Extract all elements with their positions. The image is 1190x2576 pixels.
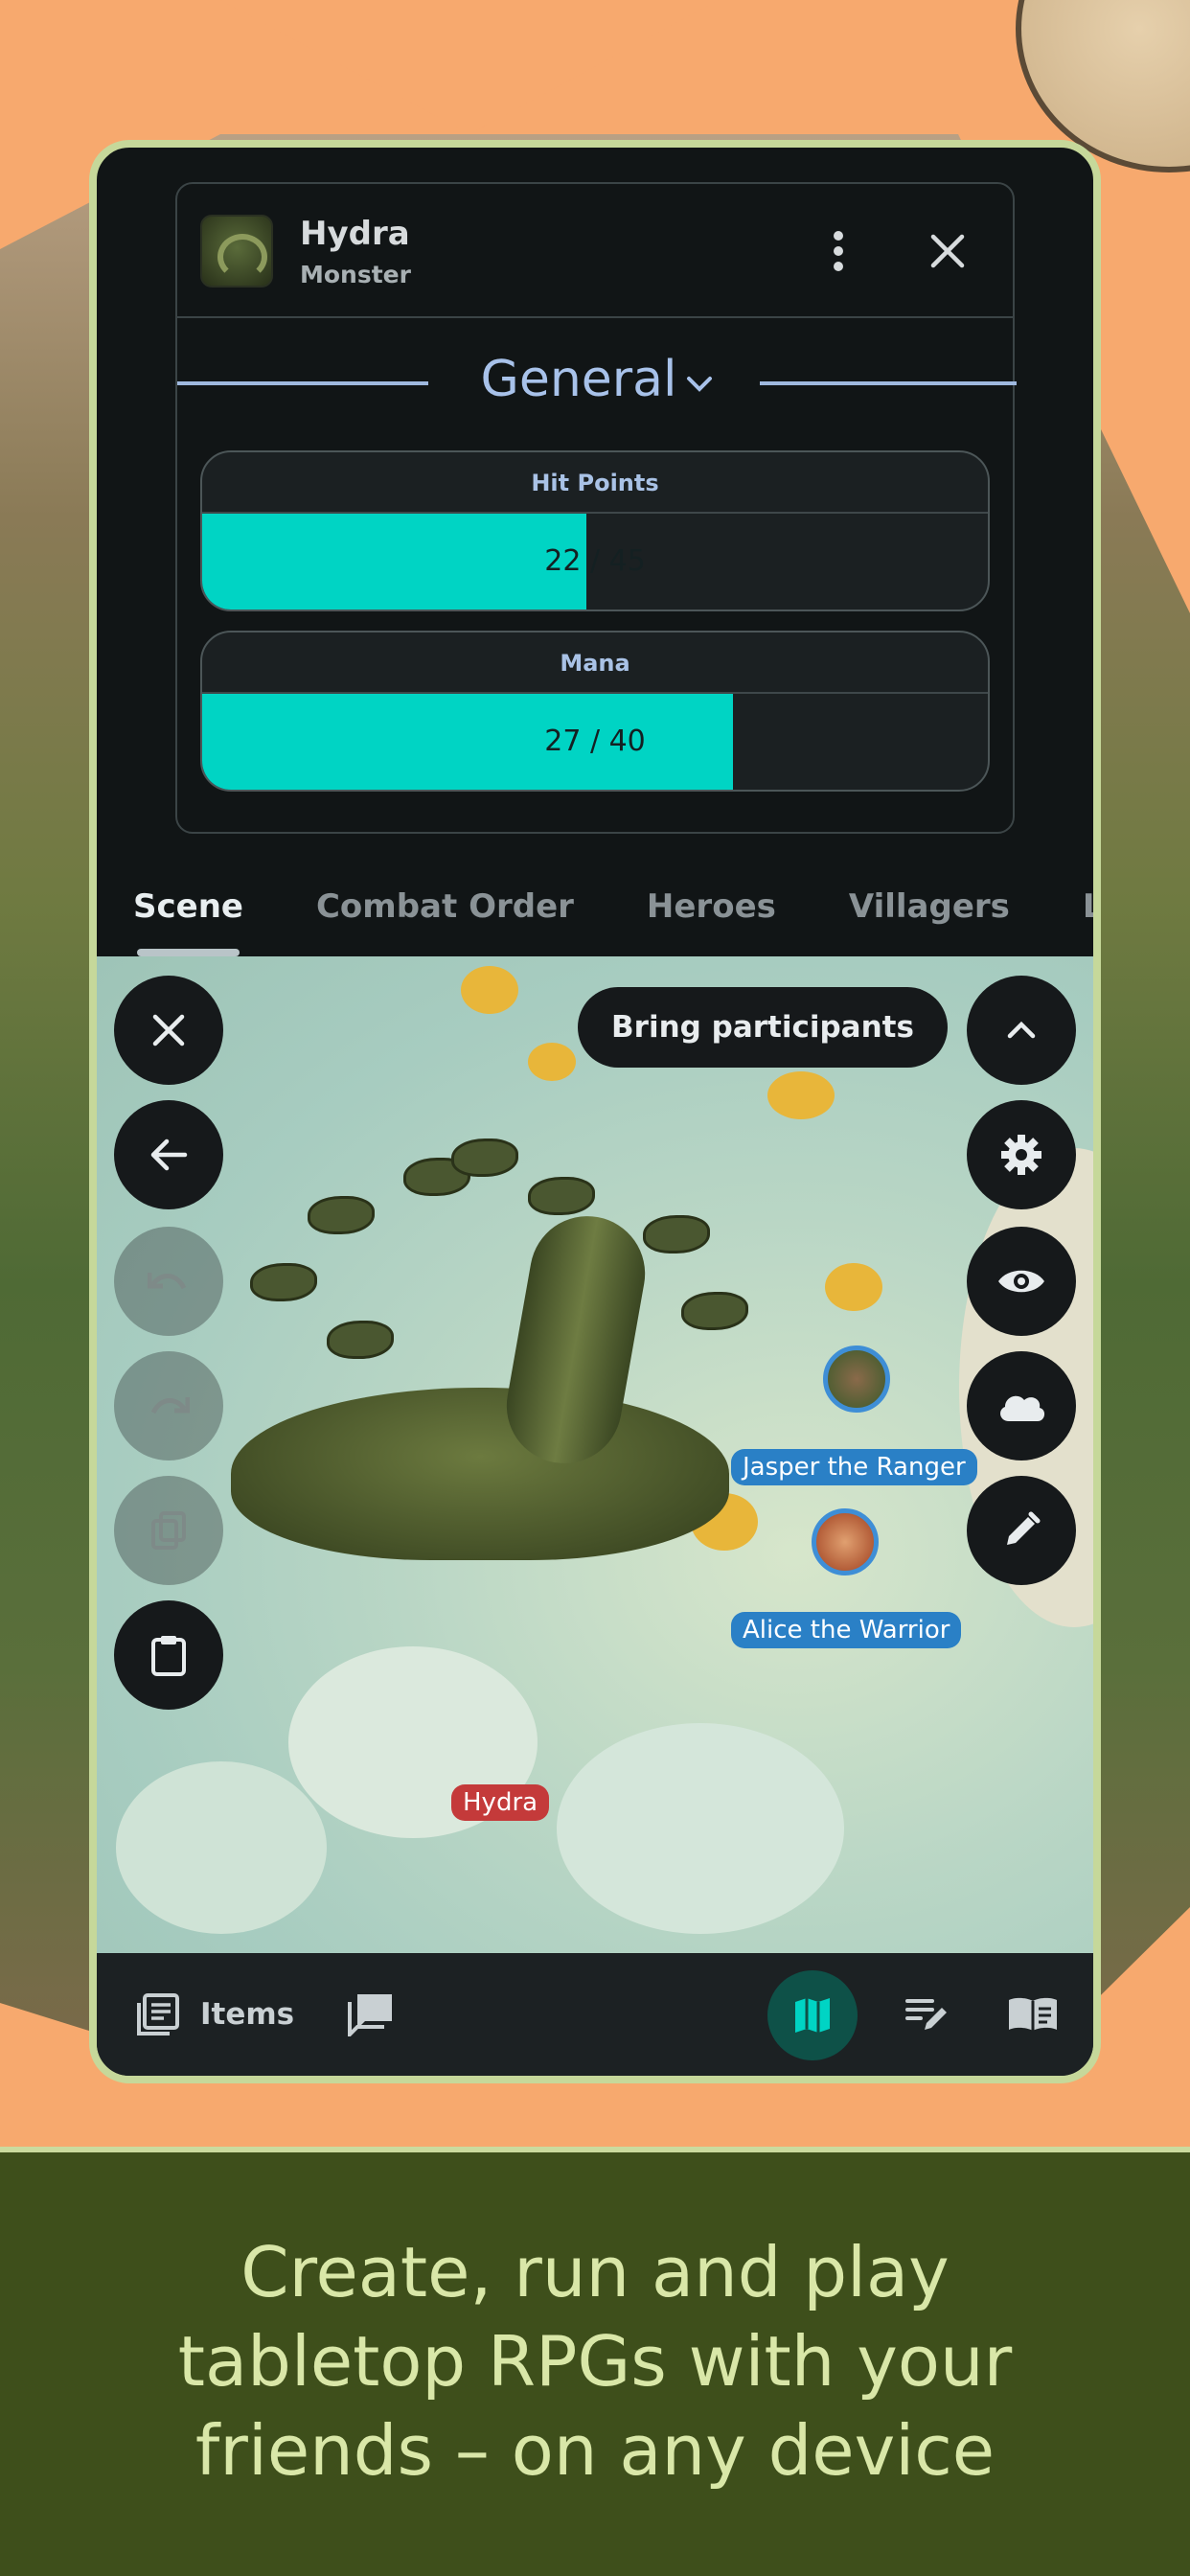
- background-triangle: [220, 0, 719, 134]
- nav-items[interactable]: Items: [135, 1976, 294, 2053]
- card-header: Hydra Monster: [177, 184, 1013, 318]
- collapse-button[interactable]: [967, 976, 1076, 1085]
- chevron-up-icon: [1007, 1021, 1036, 1039]
- section-title-label: General: [480, 351, 677, 408]
- bottom-navigation: Items: [97, 1953, 1093, 2076]
- close-map-button[interactable]: [114, 976, 223, 1085]
- nav-rules[interactable]: [1007, 1976, 1059, 2053]
- clipboard-icon: [151, 1636, 186, 1676]
- hydra-head-art: [681, 1292, 748, 1330]
- more-vert-icon[interactable]: [810, 222, 867, 280]
- redo-button[interactable]: [114, 1351, 223, 1460]
- close-icon[interactable]: [919, 222, 976, 280]
- card-subtitle: Monster: [300, 261, 411, 288]
- hydra-token[interactable]: [212, 1138, 787, 1598]
- stat-label: Hit Points: [202, 452, 988, 514]
- visibility-button[interactable]: [967, 1227, 1076, 1336]
- card-title: Hydra: [300, 215, 410, 253]
- section-selector[interactable]: General: [177, 318, 1017, 448]
- arrow-back-icon: [150, 1138, 188, 1171]
- paste-button[interactable]: [114, 1600, 223, 1710]
- token-label-jasper: Jasper the Ranger: [731, 1449, 977, 1485]
- settings-button[interactable]: [967, 1100, 1076, 1209]
- hydra-head-art: [327, 1321, 394, 1359]
- tagline-line-3: friends – on any device: [195, 2410, 995, 2491]
- tagline-line-2: tabletop RPGs with your: [177, 2321, 1013, 2402]
- redo-icon: [150, 1397, 190, 1414]
- scene-map[interactable]: Hydra Jasper the Ranger Alice the Warrio…: [97, 956, 1093, 1953]
- stat-mana[interactable]: Mana 27 / 40: [200, 631, 990, 792]
- map-foliage: [825, 1263, 882, 1311]
- undo-icon: [148, 1273, 187, 1290]
- jasper-portrait[interactable]: [823, 1346, 890, 1413]
- map-foliage: [461, 966, 518, 1014]
- hydra-head-art: [250, 1263, 317, 1301]
- weather-button[interactable]: [967, 1351, 1076, 1460]
- phone-frame: Hydra Monster General Hit Points 22 / 45: [89, 140, 1101, 2083]
- library-books-icon: [137, 1993, 179, 2036]
- tab-locations[interactable]: Loca: [1046, 857, 1093, 956]
- map-foliage: [528, 1043, 576, 1081]
- gear-icon: [1001, 1135, 1041, 1175]
- token-label-hydra: Hydra: [451, 1784, 550, 1821]
- close-icon: [152, 1014, 185, 1046]
- nav-map[interactable]: [767, 1970, 858, 2060]
- hydra-avatar: [200, 215, 273, 288]
- hydra-head-art: [643, 1215, 710, 1254]
- pencil-icon: [1007, 1511, 1041, 1545]
- map-cloud: [557, 1723, 844, 1934]
- character-card: Hydra Monster General Hit Points 22 / 45: [175, 182, 1017, 834]
- nav-items-label: Items: [200, 1997, 295, 2032]
- book-open-icon: [1009, 1997, 1057, 2031]
- hydra-head-art: [528, 1177, 595, 1215]
- bring-participants-button[interactable]: Bring participants: [578, 987, 948, 1068]
- stat-value: 27 / 40: [544, 724, 646, 758]
- nav-notes[interactable]: [904, 1976, 950, 2053]
- stat-hit-points[interactable]: Hit Points 22 / 45: [200, 450, 990, 611]
- map-cloud: [116, 1761, 327, 1934]
- eye-icon: [998, 1270, 1044, 1293]
- tagline-line-1: Create, run and play: [240, 2232, 950, 2312]
- stat-bar[interactable]: 27 / 40: [202, 694, 988, 790]
- cloud-icon: [1000, 1395, 1045, 1421]
- edit-note-icon: [905, 1999, 947, 2030]
- back-button[interactable]: [114, 1100, 223, 1209]
- map-icon: [795, 1998, 830, 2033]
- stat-bar[interactable]: 22 / 45: [202, 514, 988, 610]
- copy-button[interactable]: [114, 1476, 223, 1585]
- edit-button[interactable]: [967, 1476, 1076, 1585]
- stat-label: Mana: [202, 632, 988, 694]
- map-foliage: [767, 1071, 835, 1119]
- section-title[interactable]: General: [177, 351, 1017, 408]
- tab-combat-order[interactable]: Combat Order: [280, 857, 610, 956]
- undo-button[interactable]: [114, 1227, 223, 1336]
- promo-tagline: Create, run and play tabletop RPGs with …: [0, 2228, 1190, 2496]
- hydra-body-art: [231, 1388, 729, 1560]
- copy-icon: [151, 1511, 186, 1550]
- stat-value: 22 / 45: [544, 544, 646, 578]
- tab-scene[interactable]: Scene: [97, 857, 280, 956]
- hydra-head-art: [451, 1138, 518, 1177]
- tab-villagers[interactable]: Villagers: [812, 857, 1046, 956]
- token-label-alice: Alice the Warrior: [731, 1612, 962, 1648]
- tab-bar: Scene Combat Order Heroes Villagers Loca: [97, 857, 1093, 956]
- chat-icon: [348, 1994, 392, 2036]
- alice-portrait[interactable]: [812, 1508, 879, 1576]
- nav-chat[interactable]: [348, 1976, 396, 2053]
- hydra-head-art: [308, 1196, 375, 1234]
- tab-heroes[interactable]: Heroes: [610, 857, 812, 956]
- chevron-down-icon: [686, 363, 713, 402]
